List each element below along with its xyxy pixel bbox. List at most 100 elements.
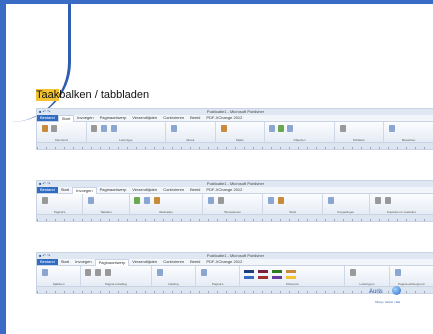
styles-icon[interactable]: [220, 125, 227, 132]
ribbon-body: Sjabloon Pagina-instelling Indeling Pagi…: [37, 265, 433, 286]
background-icon[interactable]: [394, 269, 401, 276]
clipart-icon[interactable]: [153, 197, 160, 204]
orientation-icon[interactable]: [95, 269, 102, 276]
align-icon[interactable]: [170, 125, 177, 132]
tab-page-design[interactable]: Paginaontwerp: [94, 258, 130, 266]
ribbon-group: Stijlen: [216, 122, 266, 142]
tab-file[interactable]: Bestand: [37, 259, 58, 265]
table-icon[interactable]: [88, 197, 95, 204]
tab-start[interactable]: Start: [58, 187, 72, 193]
tab-review[interactable]: Controleren: [160, 259, 187, 265]
tab-start[interactable]: Start: [57, 114, 75, 122]
guides-icon[interactable]: [156, 269, 163, 276]
color-scheme-swatch[interactable]: [258, 270, 269, 273]
tab-page-design[interactable]: Paginaontwerp: [97, 187, 130, 193]
ribbon-group: Schema's: [240, 266, 346, 286]
ribbon-group: Objecten: [265, 122, 335, 142]
tab-pdf-xchange[interactable]: PDF-XChange 2012: [203, 187, 245, 193]
color-scheme-swatch[interactable]: [244, 276, 255, 279]
picture-icon[interactable]: [269, 125, 276, 132]
tab-view[interactable]: Beeld: [187, 259, 203, 265]
tab-view[interactable]: Beeld: [187, 115, 203, 121]
tab-page-design[interactable]: Paginaontwerp: [97, 115, 130, 121]
pages-icon[interactable]: [200, 269, 207, 276]
ribbon-group: Klembord: [37, 122, 87, 142]
template-icon[interactable]: [42, 269, 48, 276]
tab-review[interactable]: Controleren: [160, 115, 187, 121]
tab-pdf-xchange[interactable]: PDF-XChange 2012: [203, 259, 245, 265]
tab-start[interactable]: Start: [58, 259, 72, 265]
tab-insert[interactable]: Invoegen: [72, 259, 94, 265]
ribbon-group: Koptekst en voettekst: [370, 194, 433, 214]
bold-icon[interactable]: [100, 125, 107, 132]
cut-icon[interactable]: [51, 125, 57, 132]
wordart-icon[interactable]: [278, 197, 285, 204]
ribbon-group: Pagina's: [196, 266, 241, 286]
ribbon-group: Pagina-achtergrond: [390, 266, 433, 286]
footer-icon[interactable]: [384, 197, 391, 204]
color-scheme-swatch[interactable]: [272, 270, 283, 273]
paste-icon[interactable]: [42, 125, 48, 132]
ribbon-body: Pagina's Tabellen Illustraties Bouwstene…: [37, 193, 433, 214]
ribbon-group: Illustraties: [130, 194, 204, 214]
picture-icon[interactable]: [133, 197, 140, 204]
ribbon-start: ■ ↶ ↷ Publicatie1 - Microsoft Publisher …: [36, 108, 433, 150]
auris-logo: Auris Tilburg • Gehoor • Taal: [369, 286, 403, 304]
fonts-icon[interactable]: [350, 269, 357, 276]
tab-review[interactable]: Controleren: [160, 187, 187, 193]
tab-mailings[interactable]: Verzendlijsten: [129, 115, 160, 121]
arrange-icon[interactable]: [339, 125, 346, 132]
color-scheme-swatch[interactable]: [244, 270, 255, 273]
table-icon[interactable]: [278, 125, 285, 132]
color-scheme-swatch[interactable]: [286, 270, 297, 273]
tab-insert[interactable]: Invoegen: [72, 186, 97, 194]
color-scheme-swatch[interactable]: [286, 276, 297, 279]
font-icon[interactable]: [90, 125, 97, 132]
page-icon[interactable]: [42, 197, 48, 204]
tab-mailings[interactable]: Verzendlijsten: [129, 259, 160, 265]
window-title-bar: ■ ↶ ↷ Publicatie1 - Microsoft Publisher: [37, 181, 433, 187]
logo-globe-icon: [392, 286, 401, 295]
title-rest: balken / tabbladen: [59, 89, 150, 101]
find-icon[interactable]: [389, 125, 396, 132]
title-highlight: Taak: [36, 89, 60, 101]
tab-file[interactable]: Bestand: [37, 187, 58, 193]
link-icon[interactable]: [328, 197, 335, 204]
margins-icon[interactable]: [85, 269, 92, 276]
window-title: Publicatie1 - Microsoft Publisher: [206, 253, 265, 258]
ribbon-group: Lettertypen: [345, 266, 390, 286]
slide-title: Taakbalken / tabbladen: [36, 89, 149, 101]
header-icon[interactable]: [374, 197, 381, 204]
logo-subtitle: Tilburg • Gehoor • Taal: [375, 301, 400, 304]
tab-pdf-xchange[interactable]: PDF-XChange 2012: [203, 115, 245, 121]
size-icon[interactable]: [105, 269, 112, 276]
textbox-icon[interactable]: [287, 125, 294, 132]
italic-icon[interactable]: [110, 125, 117, 132]
ribbon-group: Pagina's: [37, 194, 84, 214]
building-block-icon[interactable]: [208, 197, 215, 204]
window-title: Publicatie1 - Microsoft Publisher: [206, 109, 265, 114]
slide: Taakbalken / tabbladen ■ ↶ ↷ Publicatie1…: [6, 4, 433, 334]
ribbon-group: Tekst: [263, 194, 324, 214]
ribbon-insert: ■ ↶ ↷ Publicatie1 - Microsoft Publisher …: [36, 180, 433, 222]
calendar-icon[interactable]: [218, 197, 225, 204]
quick-access-toolbar[interactable]: ■ ↶ ↷: [39, 253, 50, 259]
color-scheme-swatch[interactable]: [258, 276, 269, 279]
ribbon-body: Klembord Lettertype Alinea Stijlen Objec…: [37, 121, 433, 142]
shapes-icon[interactable]: [143, 197, 150, 204]
ruler: [37, 214, 433, 221]
ribbon-group: Indeling: [152, 266, 196, 286]
tab-file[interactable]: Bestand: [37, 115, 58, 121]
window-title-bar: ■ ↶ ↷ Publicatie1 - Microsoft Publisher: [37, 253, 433, 259]
ribbon-group: Bouwstenen: [203, 194, 264, 214]
tab-view[interactable]: Beeld: [187, 187, 203, 193]
tab-insert[interactable]: Invoegen: [74, 115, 96, 121]
color-scheme-swatch[interactable]: [272, 276, 283, 279]
tab-mailings[interactable]: Verzendlijsten: [129, 187, 160, 193]
quick-access-toolbar[interactable]: ■ ↶ ↷: [39, 109, 50, 115]
ribbon-group: Pagina-instelling: [81, 266, 152, 286]
textbox-icon[interactable]: [268, 197, 275, 204]
ribbon-group: Alinea: [166, 122, 216, 142]
quick-access-toolbar[interactable]: ■ ↶ ↷: [39, 181, 50, 187]
ruler: [37, 142, 433, 149]
